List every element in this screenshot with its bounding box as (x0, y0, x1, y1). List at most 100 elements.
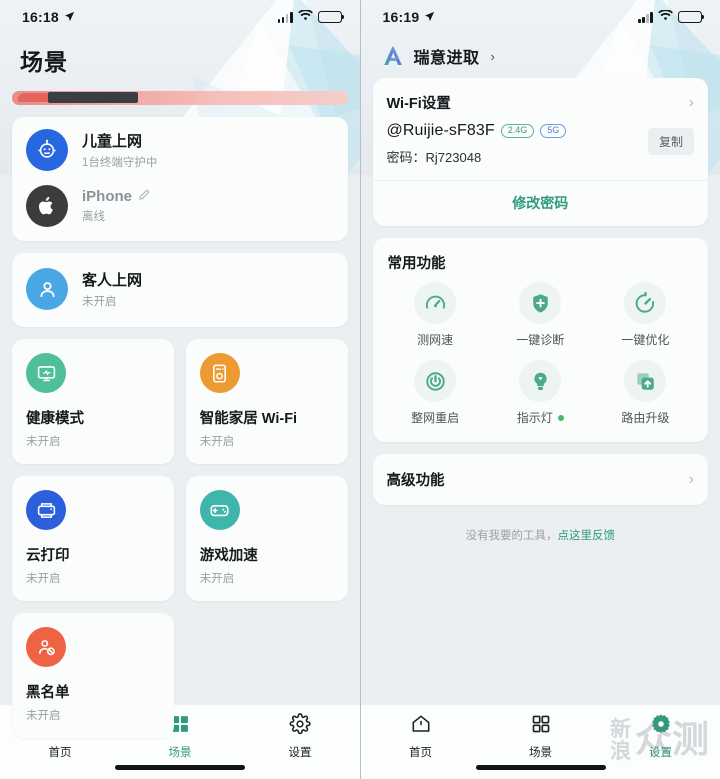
status-indicators (638, 8, 705, 26)
common-tools-card: 常用功能 测网速 一键诊断 一键优化 整网重启 指示灯 路由升级 (372, 238, 708, 442)
advanced-features-card[interactable]: 高级功能 › (372, 454, 708, 505)
printer-icon (26, 490, 66, 530)
copy-button[interactable]: 复制 (647, 128, 694, 155)
tile-smart-home-wifi[interactable]: 智能家居 Wi-Fi 未开启 (185, 339, 348, 464)
tile-title: 游戏加速 (199, 548, 258, 564)
child-internet-title: 儿童上网 (82, 133, 143, 150)
gamepad-icon (199, 490, 240, 530)
change-password-row[interactable]: 修改密码 (372, 180, 708, 226)
guest-internet-row: 客人上网 未开启 (26, 268, 334, 310)
wifi-credentials: @Ruijie-sF83F 2.4G 5G 密码：Rj723048 复制 (373, 113, 709, 180)
shield-plus-icon (519, 282, 562, 324)
left-phone-screen: 16:18 场景 儿童上网 1台终端守护中 iPhone 离线 客人上网 未开启… (0, 0, 361, 779)
device-name: iPhone (82, 188, 133, 205)
feedback-text: 没有我要的工具， (465, 530, 558, 542)
child-internet-row[interactable]: 儿童上网 1台终端守护中 (26, 129, 334, 171)
tool-one-click-diagnose[interactable]: 一键诊断 (488, 282, 593, 348)
cellular-signal-icon (277, 11, 293, 23)
tool-one-click-optimize[interactable]: 一键优化 (593, 282, 698, 348)
page-title: 场景 (20, 49, 68, 75)
tab-label: 首页 (48, 746, 72, 759)
blocked-user-icon (26, 627, 66, 667)
tool-network-restart[interactable]: 整网重启 (383, 360, 488, 426)
band-badge-24g: 2.4G (500, 123, 535, 139)
right-phone-screen: 16:19 瑞意进取 › Wi-Fi设置 › @Ruijie-sF83F 2.4… (360, 0, 720, 779)
device-text: iPhone 离线 (82, 188, 151, 224)
wifi-credentials-text: @Ruijie-sF83F 2.4G 5G 密码：Rj723048 (387, 122, 567, 166)
battery-icon (678, 11, 705, 23)
tool-label: 指示灯 (517, 409, 564, 426)
common-tools-title: 常用功能 (387, 256, 446, 272)
feedback-row: 没有我要的工具，点这里反馈 (373, 505, 709, 543)
tool-label-text: 指示灯 (516, 411, 553, 425)
device-name-row: iPhone (82, 188, 151, 205)
guest-internet-title: 客人上网 (82, 272, 143, 289)
promo-banner[interactable] (12, 91, 348, 105)
tile-subtitle: 未开启 (199, 573, 235, 585)
location-arrow-icon (424, 9, 435, 25)
monitor-icon (26, 353, 66, 393)
power-restart-icon (414, 360, 457, 402)
child-internet-card[interactable]: 儿童上网 1台终端守护中 iPhone 离线 (12, 117, 348, 241)
home-icon (410, 713, 432, 740)
optimize-circle-icon (624, 282, 667, 324)
child-face-icon (26, 129, 68, 171)
tool-router-upgrade[interactable]: 路由升级 (593, 360, 698, 426)
tool-label: 一键诊断 (516, 333, 565, 347)
home-indicator-bar (475, 765, 606, 770)
tab-label: 设置 (288, 746, 312, 759)
pencil-edit-icon[interactable] (138, 188, 151, 205)
wifi-ssid-row: @Ruijie-sF83F 2.4G 5G (387, 122, 567, 140)
guest-internet-card[interactable]: 客人上网 未开启 (12, 253, 348, 327)
location-arrow-icon (64, 9, 75, 25)
wifi-password-value: Rj723048 (425, 150, 482, 165)
chevron-right-icon: › (688, 470, 694, 488)
status-indicators (277, 8, 344, 26)
tab-settings[interactable]: 设置 (601, 705, 720, 761)
tab-label: 首页 (409, 746, 432, 759)
change-password-label: 修改密码 (512, 195, 569, 211)
bottom-tab-bar: 首页 场景 设置 (360, 704, 720, 779)
tab-scene[interactable]: 场景 (481, 705, 601, 761)
tool-label: 路由升级 (621, 411, 670, 425)
scene-content: 儿童上网 1台终端守护中 iPhone 离线 客人上网 未开启 健康模式 未开启… (0, 105, 360, 738)
common-tools-grid: 测网速 一键诊断 一键优化 整网重启 指示灯 路由升级 (383, 282, 699, 426)
upload-upgrade-icon (624, 360, 667, 402)
tool-speed-test[interactable]: 测网速 (383, 282, 488, 348)
wifi-settings-header[interactable]: Wi-Fi设置 › (373, 78, 709, 113)
feedback-link[interactable]: 点这里反馈 (558, 530, 616, 542)
tile-title: 健康模式 (26, 411, 84, 427)
status-time: 16:19 (382, 9, 420, 25)
tile-health-mode[interactable]: 健康模式 未开启 (12, 339, 174, 464)
tile-blacklist[interactable]: 黑名单 未开启 (12, 613, 174, 738)
wifi-password-label: 密码： (386, 150, 426, 165)
grid-squares-icon (530, 713, 552, 740)
wifi-icon (658, 8, 673, 26)
tile-subtitle: 未开启 (26, 710, 61, 722)
tab-home[interactable]: 首页 (361, 705, 481, 761)
status-time: 16:18 (22, 9, 59, 25)
tile-cloud-print[interactable]: 云打印 未开启 (12, 476, 174, 601)
tools-content: Wi-Fi设置 › @Ruijie-sF83F 2.4G 5G 密码：Rj723… (361, 68, 720, 543)
tile-title: 云打印 (26, 548, 70, 564)
lightbulb-icon (519, 360, 562, 402)
apple-logo-icon (26, 185, 68, 227)
brand-header[interactable]: 瑞意进取 › (361, 34, 720, 68)
person-icon (26, 268, 68, 310)
wifi-settings-card: Wi-Fi设置 › @Ruijie-sF83F 2.4G 5G 密码：Rj723… (372, 78, 709, 226)
tile-game-accelerate[interactable]: 游戏加速 未开启 (185, 476, 348, 601)
tool-indicator-light[interactable]: 指示灯 (488, 360, 593, 426)
tool-label: 一键优化 (621, 333, 670, 347)
tile-title: 智能家居 Wi-Fi (199, 411, 298, 427)
tile-subtitle: 未开启 (26, 436, 61, 448)
wifi-ssid: @Ruijie-sF83F (386, 122, 495, 139)
gear-icon (650, 713, 672, 740)
child-internet-subtitle: 1台终端守护中 (82, 157, 158, 169)
tile-title: 黑名单 (26, 685, 70, 701)
device-row[interactable]: iPhone 离线 (26, 185, 334, 227)
child-internet-text: 儿童上网 1台终端守护中 (82, 130, 157, 170)
wifi-password-row: 密码：Rj723048 (387, 147, 567, 166)
tool-label: 整网重启 (411, 411, 460, 425)
smart-home-device-icon (199, 353, 240, 393)
band-badge-5g: 5G (540, 123, 567, 139)
